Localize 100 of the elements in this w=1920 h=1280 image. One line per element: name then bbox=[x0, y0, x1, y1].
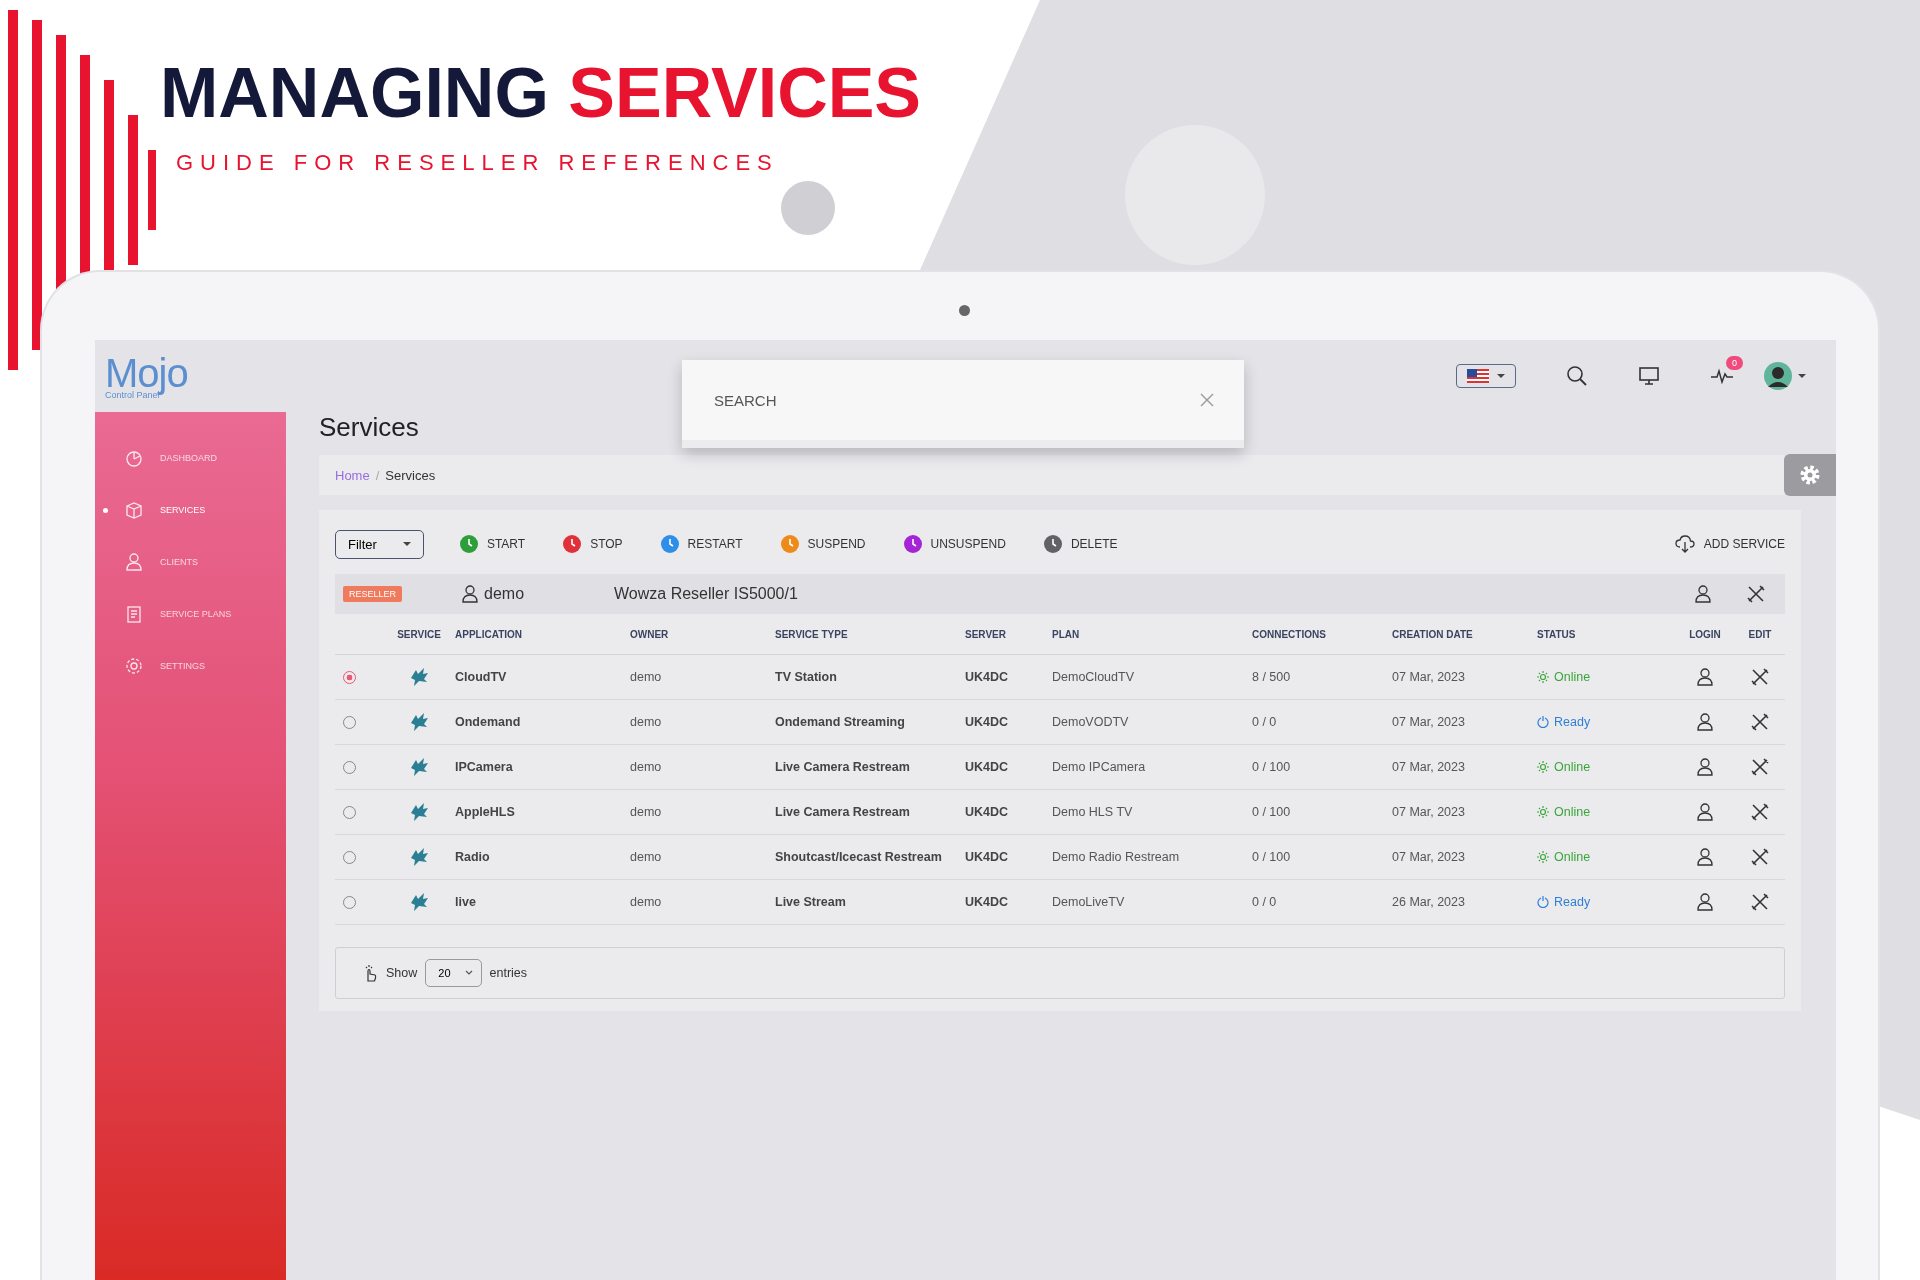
column-header: PLAN bbox=[1052, 628, 1081, 640]
settings-icon bbox=[124, 656, 144, 676]
table-cell-text: DemoVODTV bbox=[1052, 715, 1130, 729]
column-header: EDIT bbox=[1747, 628, 1773, 640]
app-icon bbox=[408, 846, 430, 868]
breadcrumb-separator: / bbox=[375, 467, 380, 483]
column-header: SERVER bbox=[965, 628, 1007, 640]
column-header: CONNECTIONS bbox=[1252, 628, 1327, 640]
table-cell-text: Live Camera Restream bbox=[775, 760, 911, 774]
table-cell-text: demo bbox=[630, 715, 663, 729]
group-name: Wowza Reseller IS5000/1 bbox=[614, 585, 799, 603]
table-cell-text: 07 Mar, 2023 bbox=[1392, 760, 1466, 774]
table-cell-text: Live Camera Restream bbox=[775, 805, 911, 819]
language-dropdown[interactable] bbox=[1456, 364, 1516, 388]
user-icon[interactable] bbox=[1697, 893, 1713, 911]
table-cell-text: UK4DC bbox=[965, 715, 1010, 729]
user-icon bbox=[462, 585, 479, 603]
action-button[interactable]: UNSUSPEND bbox=[903, 535, 1006, 553]
app-icon bbox=[408, 756, 430, 778]
table-cell-text: 07 Mar, 2023 bbox=[1392, 805, 1466, 819]
table-cell-text: demo bbox=[630, 805, 663, 819]
action-button[interactable]: RESTART bbox=[660, 535, 743, 553]
chevron-down-icon bbox=[464, 970, 473, 976]
user-icon[interactable] bbox=[1697, 803, 1713, 821]
table-cell-text: AppleHLS bbox=[455, 805, 516, 819]
decorative-circle bbox=[781, 181, 835, 235]
table-cell-text: 26 Mar, 2023 bbox=[1392, 895, 1466, 909]
box-icon bbox=[124, 500, 144, 520]
entries-label: entries bbox=[489, 966, 528, 980]
flag-icon bbox=[1467, 369, 1489, 383]
reseller-badge: RESELLER bbox=[343, 586, 403, 602]
row-radio[interactable] bbox=[343, 670, 356, 684]
page-title: Services bbox=[319, 412, 420, 444]
monitor-icon[interactable] bbox=[1638, 366, 1660, 386]
breadcrumb-current: Services bbox=[385, 467, 436, 483]
pie-chart-icon bbox=[124, 448, 144, 468]
clipboard-icon bbox=[124, 604, 144, 624]
table-cell-text: IPCamera bbox=[455, 760, 514, 774]
table-cell-text: Demo HLS TV bbox=[1052, 805, 1134, 819]
user-icon[interactable] bbox=[1697, 848, 1713, 866]
action-button[interactable]: STOP bbox=[563, 535, 623, 553]
banner-subtitle: GUIDE FOR RESELLER REFERENCES bbox=[176, 150, 780, 176]
tools-icon[interactable] bbox=[1751, 893, 1769, 911]
app-icon bbox=[408, 666, 430, 688]
user-icon bbox=[124, 552, 144, 572]
close-icon[interactable] bbox=[1200, 393, 1214, 407]
table-cell-text: UK4DC bbox=[965, 805, 1010, 819]
table-cell-text: DemoLiveTV bbox=[1052, 895, 1126, 909]
column-header: APPLICATION bbox=[455, 628, 524, 640]
table-cell-text: Radio bbox=[455, 850, 491, 864]
caret-icon bbox=[1798, 374, 1806, 378]
tools-icon[interactable] bbox=[1751, 848, 1769, 866]
column-header: SERVICE TYPE bbox=[775, 628, 849, 640]
table-cell-text: Shoutcast/Icecast Restream bbox=[775, 850, 943, 864]
settings-button[interactable] bbox=[1784, 454, 1836, 496]
add-service-button[interactable]: ADD SERVICE bbox=[1674, 535, 1785, 553]
settings-icon bbox=[1798, 463, 1822, 487]
tools-icon[interactable] bbox=[1751, 758, 1769, 776]
tools-icon[interactable] bbox=[1751, 713, 1769, 731]
table-cell-text: DemoCloudTV bbox=[1052, 670, 1135, 684]
tools-icon[interactable] bbox=[1747, 585, 1765, 603]
app-icon bbox=[408, 891, 430, 913]
user-icon[interactable] bbox=[1697, 668, 1713, 686]
table-cell-text: 07 Mar, 2023 bbox=[1392, 850, 1466, 864]
caret-icon bbox=[1497, 374, 1505, 378]
cloud-download-icon bbox=[1674, 535, 1695, 553]
notification-badge: 0 bbox=[1726, 356, 1743, 370]
avatar-icon[interactable] bbox=[1764, 362, 1792, 390]
table-cell-text: demo bbox=[630, 760, 663, 774]
action-button[interactable]: SUSPEND bbox=[780, 535, 866, 553]
table-cell-text: 8 / 500 bbox=[1252, 670, 1292, 684]
tools-icon[interactable] bbox=[1751, 668, 1769, 686]
table-cell-text: 0 / 0 bbox=[1252, 715, 1278, 729]
action-button[interactable]: DELETE bbox=[1043, 535, 1118, 553]
show-label: Show bbox=[386, 966, 418, 980]
app-icon bbox=[408, 711, 430, 733]
user-icon[interactable] bbox=[1697, 713, 1713, 731]
user-icon[interactable] bbox=[1695, 585, 1711, 603]
table-cell-text: UK4DC bbox=[965, 850, 1010, 864]
activity-icon[interactable] bbox=[1710, 368, 1734, 384]
table-cell-text: UK4DC bbox=[965, 895, 1010, 909]
page-size-select[interactable]: 20 bbox=[425, 959, 482, 987]
action-button[interactable]: START bbox=[459, 535, 526, 553]
table-cell-text: CloudTV bbox=[455, 670, 508, 684]
table-cell-text: demo bbox=[630, 895, 663, 909]
status-label: Ready bbox=[1554, 715, 1591, 729]
status-label: Online bbox=[1554, 805, 1591, 819]
search-icon[interactable] bbox=[1566, 365, 1588, 387]
column-header: SERVICE bbox=[396, 628, 442, 640]
table-cell-text: 0 / 0 bbox=[1252, 895, 1278, 909]
tools-icon[interactable] bbox=[1751, 803, 1769, 821]
table-cell-text: live bbox=[455, 895, 477, 909]
table-cell-text: TV Station bbox=[775, 670, 838, 684]
filter-dropdown[interactable]: Filter bbox=[335, 529, 424, 559]
search-field[interactable]: SEARCH bbox=[712, 390, 1200, 410]
table-cell-text: demo bbox=[630, 670, 663, 684]
table-cell-text: UK4DC bbox=[965, 760, 1010, 774]
user-icon[interactable] bbox=[1697, 758, 1713, 776]
group-owner: demo bbox=[484, 585, 526, 603]
table-cell-text: 07 Mar, 2023 bbox=[1392, 715, 1466, 729]
